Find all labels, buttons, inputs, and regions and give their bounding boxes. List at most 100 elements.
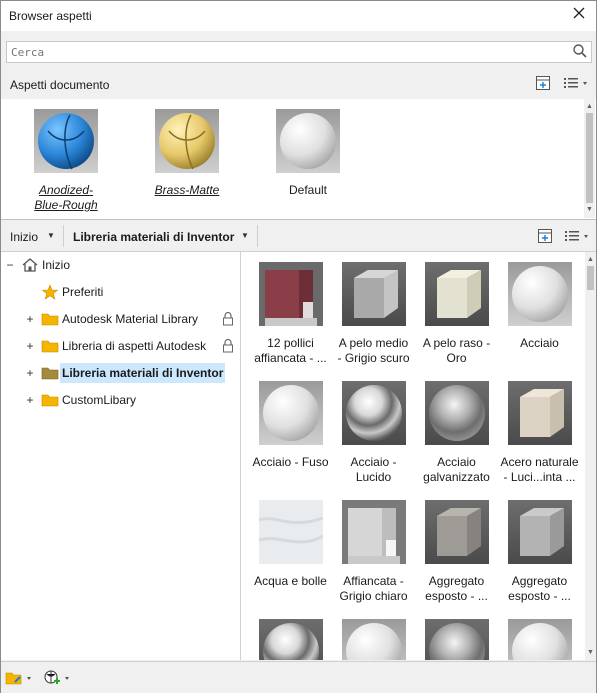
material-thumbnail [424,262,489,326]
material-item[interactable]: Acciaio galvanizzato [415,381,498,485]
material-item[interactable]: Acqua e bolle [249,500,332,589]
material-item[interactable] [415,619,498,660]
material-label: A pelo medio - Grigio scuro [337,336,410,365]
doc-appearance-anodized-blue-rough[interactable]: Anodized- Blue-Rough [11,109,121,213]
material-thumbnail [258,500,323,564]
material-label: Acciaio galvanizzato [423,455,490,484]
tree-item-custom-library[interactable]: + CustomLibary [1,390,239,410]
library-management-icon[interactable] [5,669,35,687]
material-label: Acqua e bolle [254,574,327,588]
star-icon [41,284,59,300]
material-item[interactable] [332,619,415,660]
material-item[interactable]: A pelo raso - Oro [415,262,498,366]
create-material-icon[interactable] [43,669,73,687]
library-create-appearance-icon[interactable] [537,228,555,246]
material-label: Acciaio - Lucido [350,455,397,484]
material-label: A pelo raso - Oro [422,336,491,365]
material-item[interactable]: Aggregato esposto - ... [415,500,498,604]
material-thumbnail [341,262,406,326]
material-label: Acciaio - Fuso [252,455,329,469]
tree-item-favorites[interactable]: Preferiti [1,282,239,302]
title-bar: Browser aspetti [1,1,596,31]
library-list-view-icon[interactable] [564,228,592,246]
material-thumbnail [424,619,489,660]
scrollbar-thumb[interactable] [586,113,593,203]
search-box [6,41,592,63]
tree-item-inventor-material-library[interactable]: + Libreria materiali di Inventor [1,363,239,383]
expand-icon[interactable]: + [25,336,35,356]
material-item[interactable]: Acero naturale - Luci...inta ... [498,381,581,485]
collapse-icon[interactable]: − [5,255,15,275]
tree-item-home[interactable]: − Inizio [1,255,239,275]
folder-icon [41,311,59,327]
scrollbar-thumb[interactable] [587,266,594,290]
tree-item-autodesk-material-library[interactable]: + Autodesk Material Library [1,309,239,329]
material-thumbnail [424,500,489,564]
material-label: Acciaio [520,336,559,350]
scroll-down-icon[interactable]: ▼ [586,648,595,657]
brass-matte-swatch [155,109,219,173]
document-appearances-heading: Aspetti documento [10,78,110,92]
material-label: Aggregato esposto - ... [425,574,488,603]
material-label: 12 pollici affiancata - ... [254,336,327,365]
material-label: Affiancata - Grigio chiaro [339,574,408,603]
doc-appearance-default[interactable]: Default [253,109,363,198]
material-item[interactable]: Acciaio - Fuso [249,381,332,470]
material-thumbnail [258,381,323,445]
material-item[interactable]: Acciaio - Lucido [332,381,415,485]
scroll-down-icon[interactable]: ▼ [585,205,594,214]
material-thumbnail [507,381,572,445]
home-icon [21,257,39,273]
breadcrumb-home[interactable]: Inizio [10,230,38,244]
appearance-browser-window: Browser aspetti Aspetti documento Anodiz… [0,0,597,693]
document-panel-scrollbar[interactable]: ▲ ▼ [584,99,595,218]
chevron-down-icon[interactable]: ▼ [47,231,55,240]
list-view-icon[interactable] [563,75,591,93]
chevron-down-icon[interactable]: ▼ [241,231,249,240]
material-item[interactable]: Affiancata - Grigio chiaro [332,500,415,604]
scroll-up-icon[interactable]: ▲ [585,102,594,111]
material-thumbnail [424,381,489,445]
divider [257,225,258,247]
expand-icon[interactable]: + [25,363,35,383]
anodized-blue-swatch [34,109,98,173]
lock-icon [221,311,239,327]
material-thumbnail [507,619,572,660]
material-item[interactable]: 12 pollici affiancata - ... [249,262,332,366]
lock-icon [221,338,239,354]
material-thumbnail [258,262,323,326]
material-item[interactable] [249,619,332,660]
search-icon[interactable] [572,43,588,59]
library-tree: − Inizio Preferiti + Autodesk Material L… [1,252,241,660]
material-thumbnail [258,619,323,660]
tree-item-autodesk-appearance-library[interactable]: + Libreria di aspetti Autodesk [1,336,239,356]
doc-appearance-label: Default [288,183,328,197]
expand-icon[interactable]: + [25,390,35,410]
divider [63,225,64,247]
material-item[interactable] [498,619,581,660]
material-grid-scrollbar[interactable]: ▲ ▼ [585,252,596,660]
default-swatch [276,109,340,173]
material-thumbnail [341,381,406,445]
material-thumbnail [341,619,406,660]
material-thumbnail [507,500,572,564]
window-title: Browser aspetti [9,9,92,23]
material-thumbnails-grid: 12 pollici affiancata - ... A pelo medio -… [241,252,585,660]
scroll-up-icon[interactable]: ▲ [586,255,595,264]
create-appearance-icon[interactable] [535,75,553,93]
search-input[interactable] [9,43,568,61]
material-item[interactable]: Acciaio [498,262,581,351]
material-item[interactable]: Aggregato esposto - ... [498,500,581,604]
expand-icon[interactable]: + [25,309,35,329]
bottom-toolbar [1,661,596,693]
doc-appearance-brass-matte[interactable]: Brass-Matte [132,109,242,198]
material-item[interactable]: A pelo medio - Grigio scuro [332,262,415,366]
doc-appearance-label: Anodized- Blue-Rough [34,183,98,212]
material-label: Aggregato esposto - ... [508,574,571,603]
selected-library-label: Libreria materiali di Inventor [60,363,226,383]
close-icon[interactable] [568,5,590,27]
breadcrumb-library[interactable]: Libreria materiali di Inventor [73,230,234,244]
document-appearances-panel: Anodized- Blue-Rough Brass-Matte Default … [1,99,596,220]
document-view-controls [535,75,591,93]
material-thumbnail [341,500,406,564]
